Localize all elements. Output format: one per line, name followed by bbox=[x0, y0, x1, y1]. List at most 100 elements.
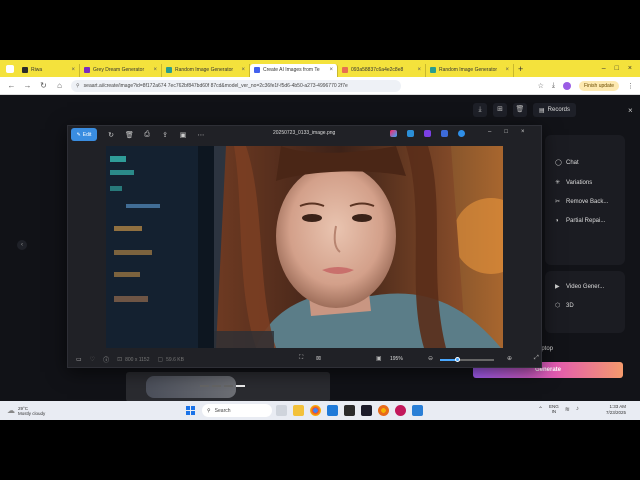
minimize-icon[interactable]: – bbox=[488, 129, 491, 135]
menu-item-label: Video Gener... bbox=[566, 283, 605, 290]
menu-item-partial-repaint[interactable]: ◑ Partial Repai... bbox=[555, 218, 605, 224]
tab-random-image-2[interactable]: Random Image Generator × bbox=[426, 63, 514, 77]
photos-icon[interactable] bbox=[412, 405, 423, 416]
file-explorer-icon[interactable] bbox=[293, 405, 304, 416]
tab-riwa[interactable]: Riwa × bbox=[18, 63, 80, 77]
close-icon[interactable]: × bbox=[628, 106, 633, 115]
viewer-window-controls: – □ × bbox=[488, 129, 524, 135]
carousel-dot[interactable] bbox=[224, 385, 233, 387]
profile-avatar[interactable] bbox=[562, 81, 571, 90]
language-region: IN bbox=[551, 409, 557, 414]
fit-to-window-icon[interactable]: ⛶ bbox=[299, 355, 303, 362]
menu-item-variations[interactable]: ✳ Variations bbox=[555, 179, 592, 187]
zoom-slider[interactable] bbox=[440, 357, 494, 362]
portrait-image bbox=[106, 146, 503, 348]
maximize-icon[interactable]: □ bbox=[504, 129, 508, 135]
rotate-icon[interactable]: ↻ bbox=[107, 131, 115, 139]
vscode-icon[interactable] bbox=[327, 405, 338, 416]
close-icon[interactable]: × bbox=[71, 67, 75, 73]
bookmark-star-icon[interactable]: ☆ bbox=[538, 82, 544, 90]
reload-icon[interactable]: ↻ bbox=[39, 81, 48, 90]
download-icon[interactable]: ⤓ bbox=[473, 103, 487, 117]
tab-grey-dream[interactable]: Grey Dream Generator × bbox=[80, 63, 162, 77]
teams-icon[interactable] bbox=[441, 130, 448, 137]
close-icon[interactable]: × bbox=[628, 65, 632, 72]
wifi-icon[interactable]: ≋ bbox=[565, 406, 570, 413]
actual-size-icon[interactable]: ⊠ bbox=[316, 355, 321, 362]
close-icon[interactable]: × bbox=[505, 67, 509, 73]
volume-icon[interactable]: ♪ bbox=[576, 406, 579, 412]
tab-favicon-icon bbox=[166, 67, 172, 73]
partial-repaint-icon: ◑ bbox=[555, 218, 559, 224]
video-icon: ▶ bbox=[555, 284, 560, 290]
weather-widget[interactable]: ☁ 29°C Mostly cloudy bbox=[0, 406, 45, 416]
viewer-app-shortcuts bbox=[390, 130, 465, 137]
menu-item-video-generation[interactable]: ▶ Video Gener... bbox=[555, 283, 605, 291]
close-icon[interactable]: × bbox=[241, 67, 245, 73]
more-dots-icon[interactable]: ⋯ bbox=[197, 131, 205, 139]
taskbar-search[interactable]: ⚲ Search bbox=[202, 404, 272, 417]
records-button[interactable]: ▤ Records bbox=[533, 103, 577, 117]
task-view-icon[interactable] bbox=[276, 405, 287, 416]
close-icon[interactable]: × bbox=[153, 67, 157, 73]
minimize-icon[interactable]: – bbox=[602, 65, 606, 72]
url-field[interactable]: ⚲ seaart.ai/create/image?id=8f172a674 7e… bbox=[71, 79, 401, 92]
close-icon[interactable]: × bbox=[521, 129, 525, 135]
terminal-icon[interactable] bbox=[344, 405, 355, 416]
zoom-in-icon[interactable]: ⊕ bbox=[507, 355, 512, 362]
edit-button[interactable]: ✎ Edit bbox=[71, 128, 97, 141]
close-icon[interactable]: × bbox=[329, 67, 333, 73]
filmstrip-icon[interactable]: ▭ bbox=[76, 356, 82, 363]
favorite-heart-icon[interactable]: ♡ bbox=[90, 356, 95, 363]
zoom-out-icon[interactable]: ⊖ bbox=[428, 355, 433, 362]
tab-random-image-1[interactable]: Random Image Generator × bbox=[162, 63, 250, 77]
tray-chevron-icon[interactable]: ⌃ bbox=[538, 406, 543, 413]
maximize-icon[interactable]: □ bbox=[615, 65, 619, 72]
print-icon[interactable]: ⎙ bbox=[143, 131, 151, 139]
clipchamp-icon[interactable] bbox=[424, 130, 431, 137]
menu-item-remove-background[interactable]: ✂ Remove Back... bbox=[555, 198, 608, 206]
panel-toolbar: ⤓ ⊞ 🗑 ▤ Records bbox=[473, 103, 577, 117]
carousel-dot-active[interactable] bbox=[236, 385, 245, 387]
slideshow-icon[interactable]: ▣ bbox=[179, 131, 187, 139]
back-arrow-icon[interactable]: ← bbox=[7, 81, 16, 90]
copilot-icon[interactable] bbox=[390, 130, 397, 137]
tab-create-ai-images[interactable]: Create AI Images from Te × bbox=[250, 63, 338, 77]
viewer-image[interactable] bbox=[106, 146, 503, 348]
browser-tab-strip: Riwa × Grey Dream Generator × Random Ima… bbox=[0, 60, 640, 77]
tab-favicon-icon bbox=[84, 67, 90, 73]
close-icon[interactable]: × bbox=[417, 67, 421, 73]
site-info-icon[interactable]: ⚲ bbox=[76, 83, 80, 89]
home-icon[interactable]: ⌂ bbox=[55, 81, 64, 90]
carousel-dot[interactable] bbox=[200, 385, 209, 387]
menu-item-chat[interactable]: ◯ Chat bbox=[555, 159, 579, 167]
windows-start-icon[interactable] bbox=[186, 406, 195, 415]
tab-image-file[interactable]: 093a58837c6a4e2c8e8 × bbox=[338, 63, 426, 77]
app-icon-red[interactable] bbox=[395, 405, 406, 416]
taskbar-clock[interactable]: 1:33 AM 7/23/2025 bbox=[606, 404, 626, 416]
onedrive-icon[interactable] bbox=[458, 130, 465, 137]
carousel-dot[interactable] bbox=[212, 385, 221, 387]
upscale-icon[interactable]: ⊞ bbox=[493, 103, 507, 117]
chrome-icon[interactable] bbox=[310, 405, 321, 416]
zoom-slider-thumb[interactable] bbox=[454, 357, 460, 362]
download-icon[interactable]: ⤓ bbox=[552, 82, 555, 90]
finish-update-button[interactable]: Finish update bbox=[578, 80, 619, 91]
chrome-canary-icon[interactable] bbox=[378, 405, 389, 416]
tab-search-icon[interactable] bbox=[6, 64, 14, 73]
previous-image-button[interactable]: ‹ bbox=[17, 240, 27, 250]
full-screen-icon[interactable]: ⤢ bbox=[534, 355, 539, 362]
delete-icon[interactable]: 🗑 bbox=[513, 103, 527, 117]
designer-icon[interactable] bbox=[407, 130, 414, 137]
menu-item-3d[interactable]: ⬡ 3D bbox=[555, 302, 574, 310]
info-icon[interactable]: ⓘ bbox=[103, 355, 109, 364]
fit-screen-icon[interactable]: ▣ bbox=[376, 355, 382, 362]
app-icon-dark[interactable] bbox=[361, 405, 372, 416]
delete-icon[interactable]: 🗑 bbox=[125, 131, 134, 139]
share-icon[interactable]: ⇪ bbox=[161, 131, 169, 139]
menu-dots-icon[interactable]: ⋮ bbox=[627, 82, 634, 90]
forward-arrow-icon[interactable]: → bbox=[23, 81, 32, 90]
zoom-level[interactable]: 195% bbox=[390, 356, 403, 362]
image-thumbnail-strip[interactable] bbox=[126, 372, 330, 402]
new-tab-button[interactable]: + bbox=[518, 64, 523, 74]
